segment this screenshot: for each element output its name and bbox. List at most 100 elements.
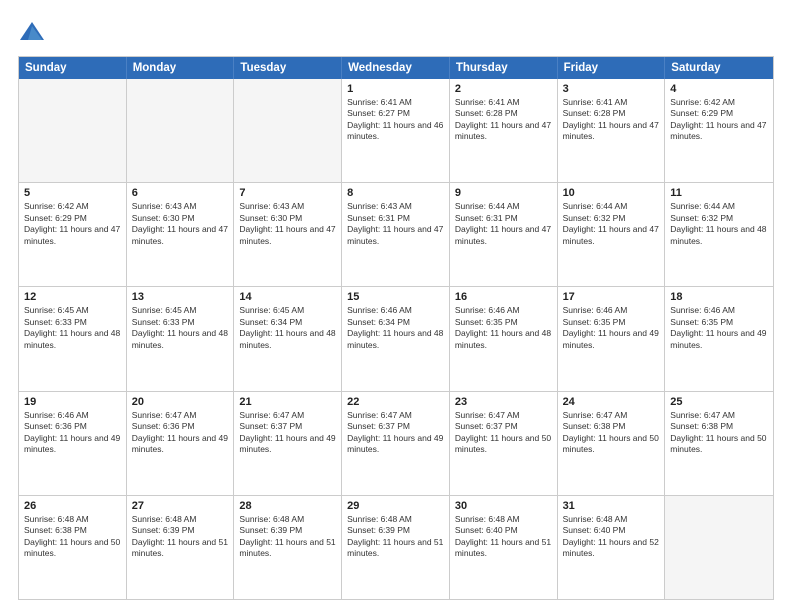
day-info: Sunrise: 6:45 AM Sunset: 6:33 PM Dayligh… xyxy=(24,305,121,351)
calendar-cell: 18 Sunrise: 6:46 AM Sunset: 6:35 PM Dayli… xyxy=(665,287,773,390)
calendar-cell: 10Sunrise: 6:44 AM Sunset: 6:32 PM Dayli… xyxy=(558,183,666,286)
day-number: 11 xyxy=(670,187,768,199)
day-number: 27 xyxy=(132,500,229,512)
day-number: 25 xyxy=(670,396,768,408)
day-info: Sunrise: 6:47 AM Sunset: 6:38 PM Dayligh… xyxy=(563,410,660,456)
day-number: 7 xyxy=(239,187,336,199)
day-number: 16 xyxy=(455,291,552,303)
logo-icon xyxy=(18,18,46,46)
calendar-cell: 28Sunrise: 6:48 AM Sunset: 6:39 PM Dayli… xyxy=(234,496,342,599)
day-info: Sunrise: 6:47 AM Sunset: 6:37 PM Dayligh… xyxy=(239,410,336,456)
day-info: Sunrise: 6:44 AM Sunset: 6:32 PM Dayligh… xyxy=(670,201,768,247)
day-number: 6 xyxy=(132,187,229,199)
day-number: 23 xyxy=(455,396,552,408)
calendar-cell xyxy=(127,79,235,182)
day-info: Sunrise: 6:44 AM Sunset: 6:31 PM Dayligh… xyxy=(455,201,552,247)
day-number: 19 xyxy=(24,396,121,408)
day-number: 15 xyxy=(347,291,444,303)
day-number: 4 xyxy=(670,83,768,95)
calendar-day-header: Sunday xyxy=(19,57,127,79)
calendar-day-header: Friday xyxy=(558,57,666,79)
calendar-cell: 29 Sunrise: 6:48 AM Sunset: 6:39 PM Dayli… xyxy=(342,496,450,599)
day-info: Sunrise: 6:47 AM Sunset: 6:38 PM Dayligh… xyxy=(670,410,768,456)
day-number: 2 xyxy=(455,83,552,95)
day-info: Sunrise: 6:46 AM Sunset: 6:35 PM Dayligh… xyxy=(563,305,660,351)
day-info: Sunrise: 6:43 AM Sunset: 6:31 PM Dayligh… xyxy=(347,201,444,247)
day-info: Sunrise: 6:46 AM Sunset: 6:34 PM Dayligh… xyxy=(347,305,444,351)
day-info: Sunrise: 6:41 AM Sunset: 6:28 PM Dayligh… xyxy=(563,97,660,143)
header xyxy=(18,18,774,46)
calendar-cell: 21 Sunrise: 6:47 AM Sunset: 6:37 PM Dayli… xyxy=(234,392,342,495)
day-info: Sunrise: 6:48 AM Sunset: 6:40 PM Dayligh… xyxy=(563,514,660,560)
day-info: Sunrise: 6:41 AM Sunset: 6:28 PM Dayligh… xyxy=(455,97,552,143)
day-number: 14 xyxy=(239,291,336,303)
day-number: 5 xyxy=(24,187,121,199)
day-number: 10 xyxy=(563,187,660,199)
day-info: Sunrise: 6:42 AM Sunset: 6:29 PM Dayligh… xyxy=(24,201,121,247)
day-info: Sunrise: 6:47 AM Sunset: 6:37 PM Dayligh… xyxy=(347,410,444,456)
calendar-cell: 25 Sunrise: 6:47 AM Sunset: 6:38 PM Dayli… xyxy=(665,392,773,495)
calendar-day-header: Tuesday xyxy=(234,57,342,79)
day-number: 18 xyxy=(670,291,768,303)
day-number: 24 xyxy=(563,396,660,408)
day-number: 1 xyxy=(347,83,444,95)
day-number: 8 xyxy=(347,187,444,199)
calendar-cell: 19 Sunrise: 6:46 AM Sunset: 6:36 PM Dayli… xyxy=(19,392,127,495)
calendar-cell: 24 Sunrise: 6:47 AM Sunset: 6:38 PM Dayli… xyxy=(558,392,666,495)
calendar-cell: 4Sunrise: 6:42 AM Sunset: 6:29 PM Daylig… xyxy=(665,79,773,182)
day-number: 9 xyxy=(455,187,552,199)
day-info: Sunrise: 6:48 AM Sunset: 6:40 PM Dayligh… xyxy=(455,514,552,560)
day-info: Sunrise: 6:46 AM Sunset: 6:36 PM Dayligh… xyxy=(24,410,121,456)
calendar-cell: 22 Sunrise: 6:47 AM Sunset: 6:37 PM Dayli… xyxy=(342,392,450,495)
calendar: SundayMondayTuesdayWednesdayThursdayFrid… xyxy=(18,56,774,600)
day-number: 21 xyxy=(239,396,336,408)
page: SundayMondayTuesdayWednesdayThursdayFrid… xyxy=(0,0,792,612)
calendar-cell: 7 Sunrise: 6:43 AM Sunset: 6:30 PM Daylig… xyxy=(234,183,342,286)
day-number: 20 xyxy=(132,396,229,408)
day-info: Sunrise: 6:48 AM Sunset: 6:39 PM Dayligh… xyxy=(132,514,229,560)
day-info: Sunrise: 6:46 AM Sunset: 6:35 PM Dayligh… xyxy=(455,305,552,351)
day-info: Sunrise: 6:43 AM Sunset: 6:30 PM Dayligh… xyxy=(132,201,229,247)
day-number: 30 xyxy=(455,500,552,512)
calendar-day-header: Monday xyxy=(127,57,235,79)
calendar-cell: 27 Sunrise: 6:48 AM Sunset: 6:39 PM Dayli… xyxy=(127,496,235,599)
day-number: 3 xyxy=(563,83,660,95)
calendar-cell xyxy=(234,79,342,182)
calendar-cell: 5 Sunrise: 6:42 AM Sunset: 6:29 PM Daylig… xyxy=(19,183,127,286)
day-number: 26 xyxy=(24,500,121,512)
day-info: Sunrise: 6:48 AM Sunset: 6:39 PM Dayligh… xyxy=(347,514,444,560)
calendar-cell: 11 Sunrise: 6:44 AM Sunset: 6:32 PM Dayli… xyxy=(665,183,773,286)
calendar-header: SundayMondayTuesdayWednesdayThursdayFrid… xyxy=(19,57,773,79)
calendar-cell: 16 Sunrise: 6:46 AM Sunset: 6:35 PM Dayli… xyxy=(450,287,558,390)
calendar-cell: 13 Sunrise: 6:45 AM Sunset: 6:33 PM Dayli… xyxy=(127,287,235,390)
calendar-cell: 31Sunrise: 6:48 AM Sunset: 6:40 PM Dayli… xyxy=(558,496,666,599)
calendar-cell: 14 Sunrise: 6:45 AM Sunset: 6:34 PM Dayli… xyxy=(234,287,342,390)
calendar-cell: 8 Sunrise: 6:43 AM Sunset: 6:31 PM Daylig… xyxy=(342,183,450,286)
day-info: Sunrise: 6:46 AM Sunset: 6:35 PM Dayligh… xyxy=(670,305,768,351)
calendar-cell: 3 Sunrise: 6:41 AM Sunset: 6:28 PM Daylig… xyxy=(558,79,666,182)
calendar-cell xyxy=(665,496,773,599)
day-info: Sunrise: 6:45 AM Sunset: 6:34 PM Dayligh… xyxy=(239,305,336,351)
day-info: Sunrise: 6:45 AM Sunset: 6:33 PM Dayligh… xyxy=(132,305,229,351)
day-number: 13 xyxy=(132,291,229,303)
calendar-cell: 20 Sunrise: 6:47 AM Sunset: 6:36 PM Dayli… xyxy=(127,392,235,495)
day-number: 17 xyxy=(563,291,660,303)
calendar-cell: 9 Sunrise: 6:44 AM Sunset: 6:31 PM Daylig… xyxy=(450,183,558,286)
day-number: 12 xyxy=(24,291,121,303)
calendar-cell: 26 Sunrise: 6:48 AM Sunset: 6:38 PM Dayli… xyxy=(19,496,127,599)
day-info: Sunrise: 6:41 AM Sunset: 6:27 PM Dayligh… xyxy=(347,97,444,143)
logo xyxy=(18,18,50,46)
calendar-cell: 23 Sunrise: 6:47 AM Sunset: 6:37 PM Dayli… xyxy=(450,392,558,495)
calendar-cell: 12 Sunrise: 6:45 AM Sunset: 6:33 PM Dayli… xyxy=(19,287,127,390)
day-number: 29 xyxy=(347,500,444,512)
calendar-cell: 30 Sunrise: 6:48 AM Sunset: 6:40 PM Dayli… xyxy=(450,496,558,599)
calendar-cell: 2 Sunrise: 6:41 AM Sunset: 6:28 PM Daylig… xyxy=(450,79,558,182)
calendar-cell: 15 Sunrise: 6:46 AM Sunset: 6:34 PM Dayli… xyxy=(342,287,450,390)
day-number: 22 xyxy=(347,396,444,408)
day-info: Sunrise: 6:47 AM Sunset: 6:37 PM Dayligh… xyxy=(455,410,552,456)
day-info: Sunrise: 6:48 AM Sunset: 6:38 PM Dayligh… xyxy=(24,514,121,560)
day-info: Sunrise: 6:47 AM Sunset: 6:36 PM Dayligh… xyxy=(132,410,229,456)
calendar-cell: 1 Sunrise: 6:41 AM Sunset: 6:27 PM Daylig… xyxy=(342,79,450,182)
calendar-day-header: Thursday xyxy=(450,57,558,79)
day-info: Sunrise: 6:43 AM Sunset: 6:30 PM Dayligh… xyxy=(239,201,336,247)
